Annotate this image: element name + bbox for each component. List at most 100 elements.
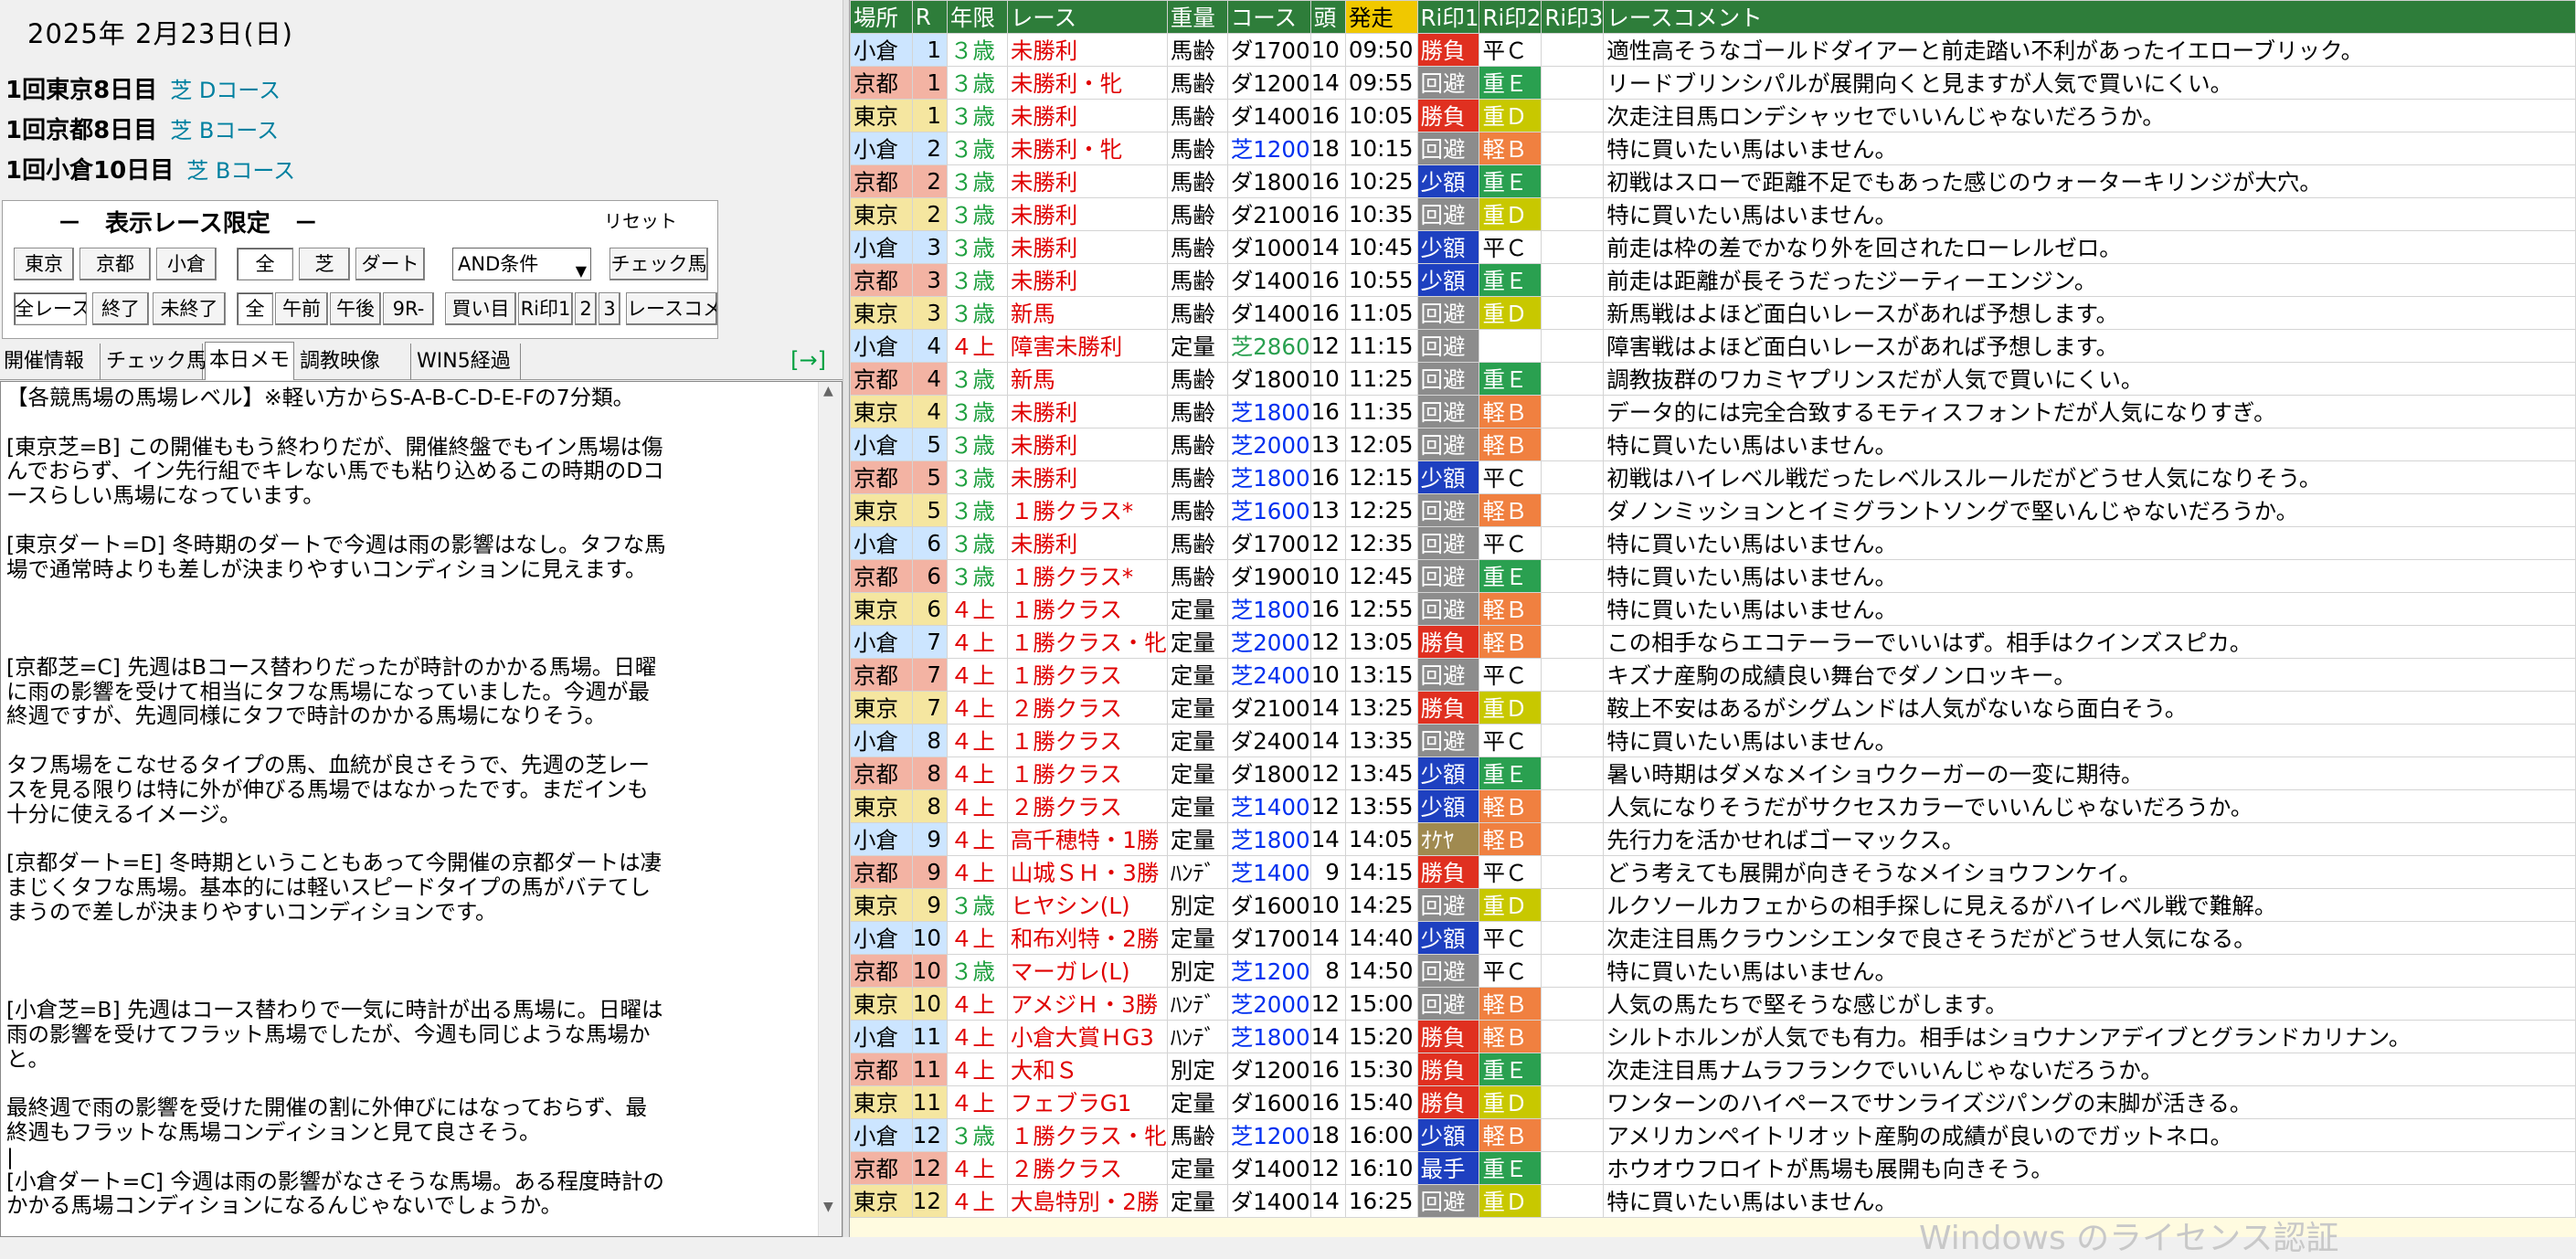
cell-course[interactable]: ダ1600: [1226, 1085, 1311, 1119]
cell-venue[interactable]: 東京: [850, 395, 913, 428]
condition-select[interactable]: AND条件 ▼: [452, 248, 591, 280]
cell-post-time[interactable]: 11:05: [1344, 296, 1418, 330]
cell-post-time[interactable]: 10:25: [1344, 164, 1418, 198]
cell-venue[interactable]: 東京: [850, 197, 913, 231]
cell-post-time[interactable]: 10:45: [1344, 230, 1418, 264]
cell-race-number[interactable]: 9: [911, 822, 948, 856]
cell-mark3[interactable]: [1541, 1151, 1605, 1185]
cell-race-name[interactable]: 新馬: [1006, 296, 1168, 330]
cell-mark1[interactable]: 勝負: [1416, 1085, 1480, 1119]
table-row[interactable]: 小倉 5 ３歳 未勝利 馬齢 芝2000 13 12:05 回避 軽Ｂ 特に買いたい馬はいません。: [850, 428, 2576, 461]
cell-race-number[interactable]: 9: [911, 855, 948, 889]
cell-runners[interactable]: 16: [1309, 460, 1346, 494]
table-row[interactable]: 小倉 8 ４上 １勝クラス 定量 ダ2400 14 13:35 回避 平Ｃ 特に買いたい馬はいません…: [850, 724, 2576, 757]
cell-post-time[interactable]: 12:35: [1344, 526, 1418, 560]
cell-race-number[interactable]: 12: [911, 1151, 948, 1185]
cell-runners[interactable]: 14: [1309, 1020, 1346, 1053]
cell-course[interactable]: ダ1200: [1226, 1053, 1311, 1086]
pane-splitter[interactable]: [843, 0, 850, 1237]
cell-age-class[interactable]: ３歳: [946, 296, 1008, 330]
cell-course[interactable]: ダ1700: [1226, 33, 1311, 67]
tab-today-memo[interactable]: 本日メモ: [205, 342, 294, 380]
cell-mark1[interactable]: 回避: [1416, 987, 1480, 1021]
cell-weight-rule[interactable]: 別定: [1166, 954, 1228, 988]
filter-mark1-button[interactable]: Ri印1: [518, 292, 573, 325]
cell-venue[interactable]: 京都: [850, 1053, 913, 1086]
table-row[interactable]: 小倉 3 ３歳 未勝利 馬齢 ダ1000 14 10:45 少額 平Ｃ 前走は枠の差でかなり外を回さ…: [850, 230, 2576, 264]
cell-race-number[interactable]: 11: [911, 1020, 948, 1053]
table-row[interactable]: 京都 9 ４上 山城ＳＨ・3勝 ﾊﾝﾃﾞ 芝1400 9 14:15 勝負 平Ｃ どう考えても展開が…: [850, 855, 2576, 889]
col-course[interactable]: コース: [1226, 0, 1311, 34]
cell-race-comment[interactable]: アメリカンペイトリオット産駒の成績が良いのでガットネロ。: [1603, 1118, 2576, 1152]
cell-age-class[interactable]: ３歳: [946, 493, 1008, 527]
cell-runners[interactable]: 18: [1309, 1118, 1346, 1152]
cell-mark2[interactable]: 平Ｃ: [1479, 658, 1542, 692]
cell-race-comment[interactable]: ホウオウフロイトが馬場も展開も向きそう。: [1603, 1151, 2576, 1185]
cell-course[interactable]: ダ1400: [1226, 1151, 1311, 1185]
cell-post-time[interactable]: 11:25: [1344, 362, 1418, 396]
cell-runners[interactable]: 16: [1309, 1085, 1346, 1119]
cell-race-comment[interactable]: 特に買いたい馬はいません。: [1603, 197, 2576, 231]
cell-runners[interactable]: 14: [1309, 66, 1346, 100]
cell-mark3[interactable]: [1541, 230, 1605, 264]
cell-course[interactable]: ダ1200: [1226, 66, 1311, 100]
cell-race-number[interactable]: 1: [911, 33, 948, 67]
cell-age-class[interactable]: ４上: [946, 625, 1008, 659]
table-row[interactable]: 小倉 1 ３歳 未勝利 馬齢 ダ1700 10 09:50 勝負 平Ｃ 適性高そうなゴールドダイアー…: [850, 33, 2576, 67]
filter-turf-button[interactable]: 芝: [299, 248, 350, 280]
cell-post-time[interactable]: 13:45: [1344, 756, 1418, 790]
cell-post-time[interactable]: 10:55: [1344, 263, 1418, 297]
cell-runners[interactable]: 12: [1309, 625, 1346, 659]
table-row[interactable]: 京都 11 ４上 大和Ｓ 別定 ダ1200 16 15:30 勝負 重Ｅ 次走注目馬ナムラフランクで…: [850, 1053, 2576, 1086]
cell-course[interactable]: ダ1400: [1226, 263, 1311, 297]
cell-weight-rule[interactable]: 馬齢: [1166, 263, 1228, 297]
cell-race-comment[interactable]: キズナ産駒の成績良い舞台でダノンロッキー。: [1603, 658, 2576, 692]
cell-weight-rule[interactable]: 馬齢: [1166, 428, 1228, 461]
cell-race-name[interactable]: 未勝利: [1006, 164, 1168, 198]
cell-mark2[interactable]: 平Ｃ: [1479, 33, 1542, 67]
cell-venue[interactable]: 小倉: [850, 625, 913, 659]
cell-race-comment[interactable]: 特に買いたい馬はいません。: [1603, 559, 2576, 593]
cell-race-name[interactable]: １勝クラス: [1006, 756, 1168, 790]
cell-mark2[interactable]: 軽Ｂ: [1479, 987, 1542, 1021]
filter-morning-button[interactable]: 午前: [275, 292, 328, 325]
table-row[interactable]: 東京 2 ３歳 未勝利 馬齢 ダ2100 16 10:35 回避 重Ｄ 特に買いたい馬はいません。: [850, 197, 2576, 231]
cell-age-class[interactable]: ３歳: [946, 132, 1008, 165]
cell-race-number[interactable]: 2: [911, 197, 948, 231]
cell-venue[interactable]: 小倉: [850, 132, 913, 165]
filter-kokura-button[interactable]: 小倉: [156, 248, 217, 280]
cell-venue[interactable]: 京都: [850, 1151, 913, 1185]
cell-weight-rule[interactable]: 馬齢: [1166, 526, 1228, 560]
cell-runners[interactable]: 10: [1309, 362, 1346, 396]
cell-age-class[interactable]: ４上: [946, 1184, 1008, 1218]
cell-post-time[interactable]: 11:15: [1344, 329, 1418, 363]
table-row[interactable]: 京都 6 ３歳 １勝クラス* 馬齢 ダ1900 10 12:45 回避 重Ｅ 特に買いたい馬はいませ…: [850, 559, 2576, 593]
col-runners[interactable]: 頭: [1309, 0, 1346, 34]
cell-weight-rule[interactable]: 定量: [1166, 724, 1228, 757]
table-row[interactable]: 京都 5 ３歳 未勝利 馬齢 芝1800 16 12:15 少額 平Ｃ 初戦はハイレベル戦だったレベ…: [850, 460, 2576, 494]
filter-dirt-button[interactable]: ダート: [355, 248, 425, 280]
cell-runners[interactable]: 10: [1309, 888, 1346, 922]
cell-post-time[interactable]: 09:55: [1344, 66, 1418, 100]
filter-afternoon-button[interactable]: 午後: [330, 292, 381, 325]
cell-race-name[interactable]: 未勝利: [1006, 428, 1168, 461]
cell-course[interactable]: ダ2100: [1226, 691, 1311, 725]
cell-post-time[interactable]: 10:15: [1344, 132, 1418, 165]
cell-runners[interactable]: 12: [1309, 789, 1346, 823]
cell-weight-rule[interactable]: 別定: [1166, 888, 1228, 922]
col-age-class[interactable]: 年限: [946, 0, 1008, 34]
cell-course[interactable]: ダ1800: [1226, 756, 1311, 790]
cell-course[interactable]: 芝1200: [1226, 1118, 1311, 1152]
cell-mark3[interactable]: [1541, 888, 1605, 922]
cell-race-number[interactable]: 5: [911, 428, 948, 461]
cell-mark1[interactable]: 勝負: [1416, 99, 1480, 132]
cell-race-name[interactable]: 未勝利: [1006, 197, 1168, 231]
cell-weight-rule[interactable]: 馬齢: [1166, 1118, 1228, 1152]
cell-mark3[interactable]: [1541, 460, 1605, 494]
cell-weight-rule[interactable]: 定量: [1166, 625, 1228, 659]
cell-venue[interactable]: 京都: [850, 164, 913, 198]
cell-weight-rule[interactable]: 馬齢: [1166, 66, 1228, 100]
cell-runners[interactable]: 16: [1309, 197, 1346, 231]
cell-race-number[interactable]: 3: [911, 296, 948, 330]
cell-age-class[interactable]: ３歳: [946, 954, 1008, 988]
